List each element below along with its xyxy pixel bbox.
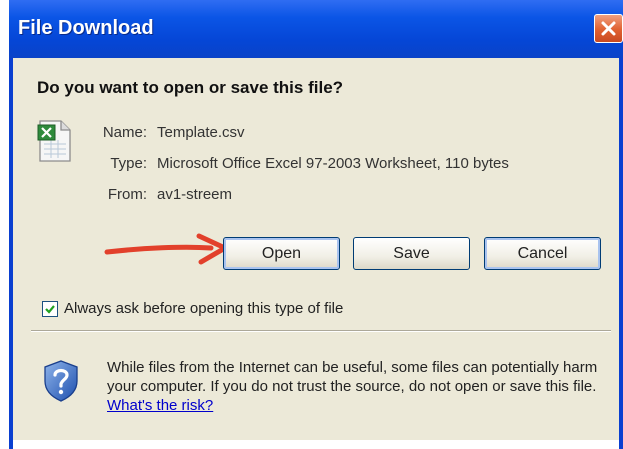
whats-the-risk-link[interactable]: What's the risk? (107, 397, 213, 414)
warning-message: While files from the Internet can be use… (107, 359, 598, 395)
file-download-window: File Download Do you want to open or sav… (9, 0, 623, 449)
title-bar[interactable]: File Download (9, 0, 623, 58)
separator (31, 330, 611, 332)
file-from-value: av1-streem (157, 186, 233, 203)
file-name-value: Template.csv (157, 124, 245, 141)
dialog-body: Do you want to open or save this file? N… (13, 58, 619, 449)
always-ask-label[interactable]: Always ask before opening this type of f… (64, 300, 343, 317)
open-button[interactable]: Open (223, 237, 340, 270)
save-button[interactable]: Save (353, 237, 470, 270)
close-button[interactable] (594, 14, 623, 43)
file-type-label: Type: (110, 155, 147, 172)
security-shield-icon (44, 360, 78, 402)
checkmark-icon (45, 305, 55, 314)
cancel-button[interactable]: Cancel (484, 237, 601, 270)
dialog-question: Do you want to open or save this file? (37, 78, 344, 97)
bottom-strip (13, 440, 619, 449)
security-warning-text: While files from the Internet can be use… (107, 358, 607, 415)
file-type-value: Microsoft Office Excel 97-2003 Worksheet… (157, 155, 509, 172)
arrow-annotation (104, 233, 228, 265)
window-title: File Download (18, 17, 154, 39)
dialog-content: Do you want to open or save this file? N… (13, 58, 619, 440)
close-icon (601, 21, 616, 36)
file-from-label: From: (107, 186, 147, 203)
always-ask-checkbox[interactable] (42, 301, 58, 317)
file-name-label: Name: (102, 124, 147, 141)
